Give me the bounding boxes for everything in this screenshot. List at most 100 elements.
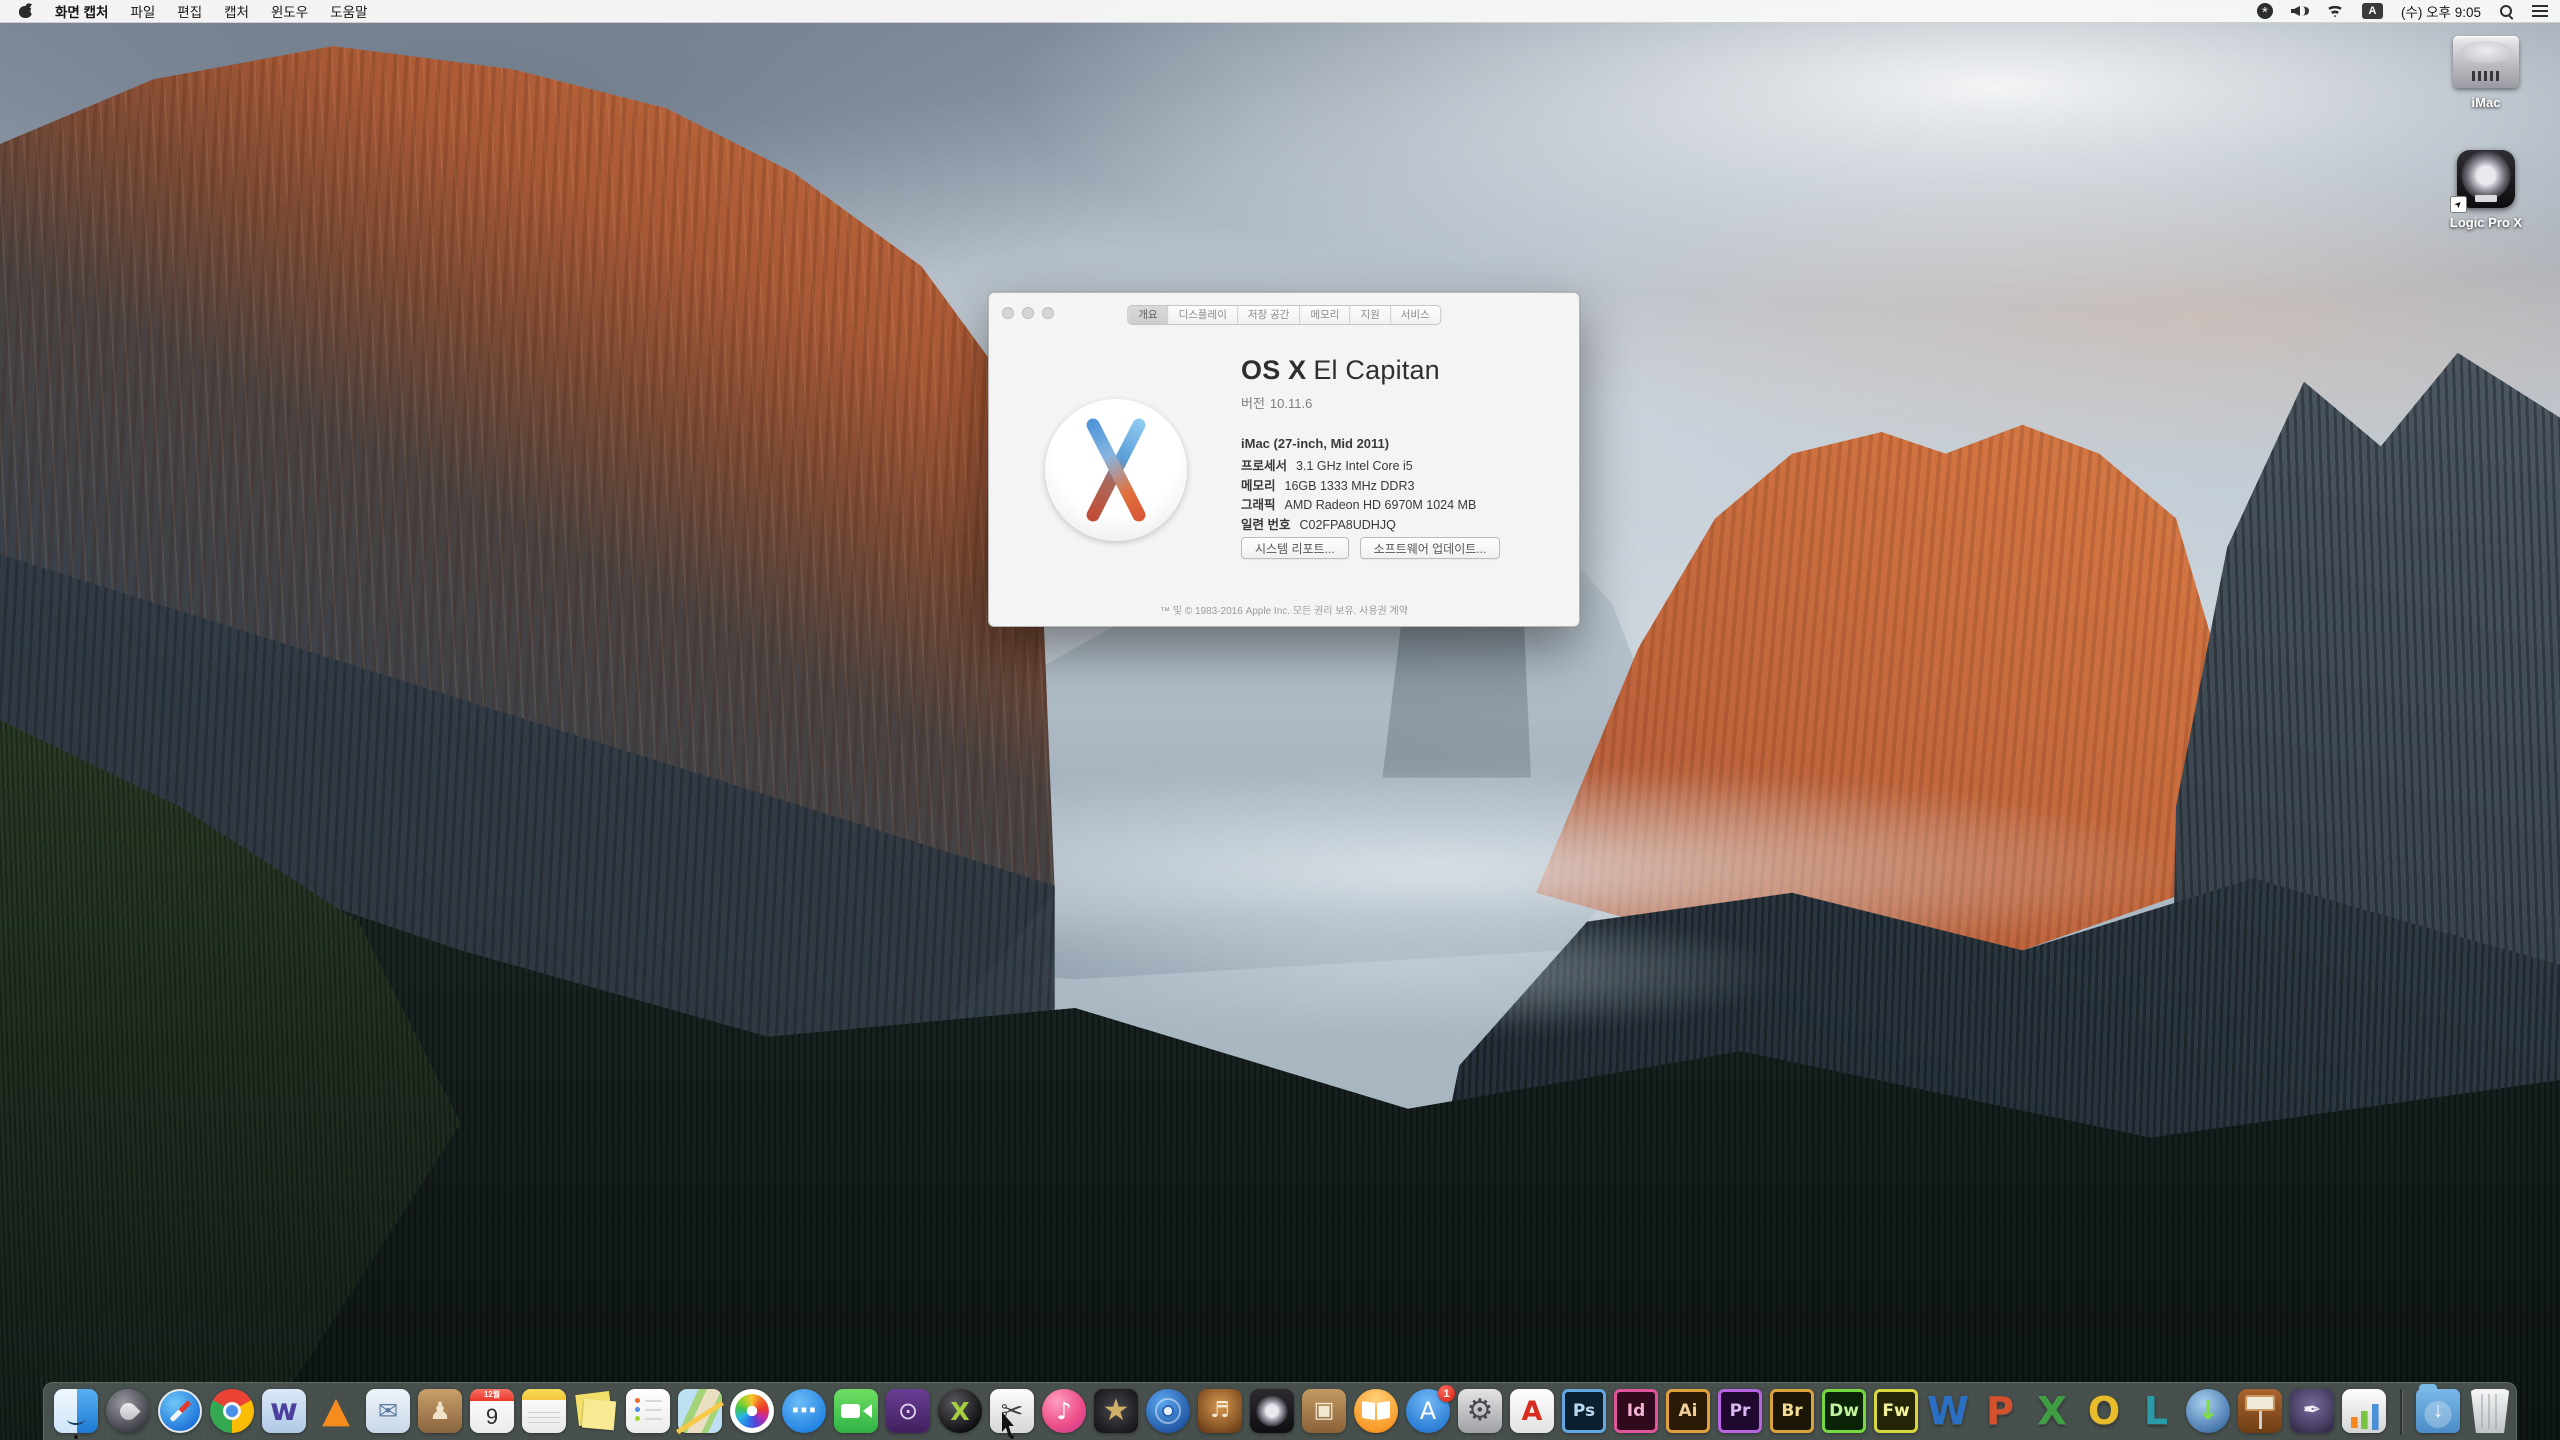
excel-icon: X (2030, 1389, 2074, 1433)
wifi-icon (2326, 5, 2344, 18)
dock-item-xbmc[interactable]: X (938, 1389, 982, 1439)
dock-separator (2400, 1389, 2402, 1435)
ibooks-icon (1354, 1389, 1398, 1433)
app-store-icon: A1 (1406, 1389, 1450, 1433)
menu-window[interactable]: 윈도우 (260, 0, 319, 22)
menu-edit[interactable]: 편집 (166, 0, 213, 22)
dock-item-bridge[interactable]: Br (1770, 1389, 1814, 1439)
finder-icon (54, 1389, 98, 1433)
desktop-icon-imac-drive[interactable]: iMac (2426, 36, 2546, 110)
dock-item-logic-pro-x[interactable] (1250, 1389, 1294, 1439)
stickies-icon (574, 1389, 618, 1433)
wifi-menu-extra[interactable] (2326, 0, 2344, 22)
dock-item-mail[interactable]: ✉ (366, 1389, 410, 1439)
volume-icon (2291, 4, 2308, 18)
system-report-button[interactable]: 시스템 리포트... (1241, 537, 1349, 559)
dock-item-app-store[interactable]: A1 (1406, 1389, 1450, 1439)
notification-badge: 1 (1438, 1385, 1455, 1402)
mail-icon: ✉ (366, 1389, 410, 1433)
tab-displays[interactable]: 디스플레이 (1169, 306, 1238, 324)
software-update-button[interactable]: 소프트웨어 업데이트... (1360, 537, 1501, 559)
dock-item-toast-titanium[interactable]: ⊙ (886, 1389, 930, 1439)
dock-item-indesign[interactable]: Id (1614, 1389, 1658, 1439)
dock-item-launchpad[interactable] (106, 1389, 150, 1439)
outlook-glyph: O (2082, 1389, 2126, 1433)
dock-item-numbers[interactable] (2342, 1389, 2386, 1439)
dock-item-fireworks[interactable]: Fw (1874, 1389, 1918, 1439)
input-source-menu[interactable]: A (2362, 0, 2383, 22)
tab-overview[interactable]: 개요 (1128, 306, 1168, 324)
fan-menu-extra[interactable]: * (2257, 0, 2273, 22)
os-title-sub: El Capitan (1313, 355, 1440, 385)
dock-item-contacts[interactable]: ♟ (418, 1389, 462, 1439)
excel-glyph: X (2030, 1389, 2074, 1433)
tab-service[interactable]: 서비스 (1391, 306, 1440, 324)
window-titlebar[interactable]: 개요디스플레이저장 공간메모리지원서비스 (989, 293, 1579, 331)
dock-item-itunes[interactable]: ♪ (1042, 1389, 1086, 1439)
dock-item-ibooks[interactable] (1354, 1389, 1398, 1439)
dock-item-downloads[interactable] (2416, 1389, 2460, 1439)
dock-item-trash[interactable] (2468, 1389, 2512, 1439)
dock-item-stickies[interactable] (574, 1389, 618, 1439)
dock-item-finder[interactable] (54, 1389, 98, 1439)
dock-item-photoshop[interactable]: Ps (1562, 1389, 1606, 1439)
powerpoint-icon: P (1978, 1389, 2022, 1433)
safari-icon (158, 1389, 202, 1433)
dock-item-illustrator[interactable]: Ai (1666, 1389, 1710, 1439)
dock-item-outlook[interactable]: O (2082, 1389, 2126, 1439)
dock-item-word[interactable]: W (1926, 1389, 1970, 1439)
dock-item-excel[interactable]: X (2030, 1389, 2074, 1439)
logic-pro-x-alias-icon (2457, 150, 2515, 208)
copyright-footer: ™ 및 © 1983-2016 Apple Inc. 모든 권리 보유. 사용권… (989, 602, 1579, 617)
dock-item-vlc[interactable]: ▲ (314, 1389, 358, 1439)
notification-center-menu[interactable] (2532, 0, 2548, 22)
dock-item-lync[interactable]: L (2134, 1389, 2178, 1439)
dock-item-notes[interactable] (522, 1389, 566, 1439)
dock-item-safari[interactable] (158, 1389, 202, 1439)
tab-memory[interactable]: 메모리 (1300, 306, 1350, 324)
dock-item-downloader[interactable]: ↓ (2186, 1389, 2230, 1439)
downloader-glyph: ↓ (2186, 1389, 2230, 1433)
dock-item-facetime[interactable] (834, 1389, 878, 1439)
dock-item-photos[interactable] (730, 1389, 774, 1439)
dock-item-pages[interactable]: ✒ (2290, 1389, 2334, 1439)
dock-item-dreamweaver[interactable]: Dw (1822, 1389, 1866, 1439)
dock-item-pinboard[interactable]: ▣ (1302, 1389, 1346, 1439)
photoshop-glyph: Ps (1565, 1392, 1603, 1430)
dock-item-imovie[interactable]: ★ (1094, 1389, 1138, 1439)
logic-pro-x-icon (1250, 1389, 1294, 1433)
dock-item-powerpoint[interactable]: P (1978, 1389, 2022, 1439)
dock-item-chrome[interactable] (210, 1389, 254, 1439)
dock-item-messages[interactable]: ⋯ (782, 1389, 826, 1439)
dock-item-screen-capture[interactable]: ✂ (990, 1389, 1034, 1439)
dock-item-system-preferences[interactable]: ⚙ (1458, 1389, 1502, 1439)
apple-menu[interactable] (8, 0, 44, 22)
desktop-icon-label: iMac (2472, 95, 2501, 110)
menu-capture[interactable]: 캡처 (213, 0, 260, 22)
minimize-button[interactable] (1022, 307, 1034, 319)
desktop-icon-logic-pro-x-alias[interactable]: Logic Pro X (2426, 150, 2546, 230)
dock-item-calendar[interactable]: 12월9 (470, 1389, 514, 1439)
tab-support[interactable]: 지원 (1350, 306, 1390, 324)
dock-item-acrobat-reader[interactable]: A (1510, 1389, 1554, 1439)
volume-menu-extra[interactable] (2291, 0, 2308, 22)
menu-file[interactable]: 파일 (119, 0, 166, 22)
dock-item-garageband[interactable]: ♬ (1198, 1389, 1242, 1439)
itunes-glyph: ♪ (1042, 1389, 1086, 1433)
menu-bar-clock[interactable]: (수) 오후 9:05 (2401, 0, 2481, 22)
dock-item-premiere-pro[interactable]: Pr (1718, 1389, 1762, 1439)
zoom-button[interactable] (1042, 307, 1054, 319)
close-button[interactable] (1002, 307, 1014, 319)
app-menu[interactable]: 화면 캡처 (44, 0, 119, 22)
dock-item-maps[interactable] (678, 1389, 722, 1439)
dock-item-reminders[interactable] (626, 1389, 670, 1439)
tab-storage[interactable]: 저장 공간 (1238, 306, 1301, 324)
dock-item-idvd[interactable] (1146, 1389, 1190, 1439)
dock-item-keynote[interactable] (2238, 1389, 2282, 1439)
photoshop-icon: Ps (1562, 1389, 1606, 1433)
dock-item-w-browser[interactable]: w (262, 1389, 306, 1439)
os-title-main: OS X (1241, 355, 1306, 385)
pinboard-glyph: ▣ (1302, 1389, 1346, 1433)
spotlight-menu[interactable] (2499, 0, 2514, 22)
menu-help[interactable]: 도움말 (319, 0, 378, 22)
